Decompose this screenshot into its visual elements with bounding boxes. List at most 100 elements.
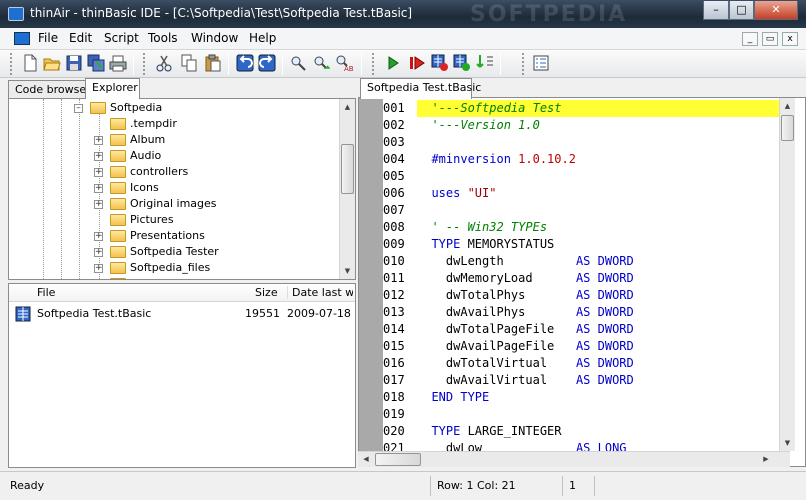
toolbar-grip[interactable]	[522, 53, 525, 75]
tree-node[interactable]: + controllers	[9, 164, 339, 180]
folder-tree[interactable]: – Softpedia .tempdir + Album + Audio + controlle…	[8, 98, 356, 280]
code-line[interactable]: dwTotalPageFile AS DWORD	[417, 321, 779, 338]
mdi-close-button[interactable]: x	[782, 32, 798, 46]
column-size[interactable]: Size	[255, 286, 278, 299]
options-icon[interactable]	[532, 54, 550, 72]
paste-icon[interactable]	[204, 54, 222, 72]
left-panel: Code browser Explorer – Softpedia .tempdir…	[8, 78, 358, 468]
code-line[interactable]: END TYPE	[417, 389, 779, 406]
scroll-down-arrow-icon[interactable]: ▼	[340, 263, 355, 279]
code-line[interactable]: ' -- Win32 TYPEs	[417, 219, 779, 236]
copy-icon[interactable]	[180, 54, 198, 72]
tree-node[interactable]: + Original images	[9, 196, 339, 212]
scroll-thumb[interactable]	[781, 115, 794, 141]
undo-icon[interactable]	[236, 54, 254, 72]
toolbar-grip[interactable]	[372, 53, 375, 75]
editor-horizontal-scrollbar[interactable]: ◀ ▶	[358, 451, 790, 467]
code-line[interactable]	[417, 168, 779, 185]
code-line[interactable]: TYPE MEMORYSTATUS	[417, 236, 779, 253]
print-icon[interactable]	[109, 54, 127, 72]
code-line[interactable]: uses "UI"	[417, 185, 779, 202]
expand-icon[interactable]: +	[94, 232, 103, 241]
scroll-thumb[interactable]	[375, 453, 421, 466]
code-line[interactable]: dwAvailVirtual AS DWORD	[417, 372, 779, 389]
tab-code-browser[interactable]: Code browser	[8, 80, 91, 99]
build-icon[interactable]	[431, 54, 449, 72]
menu-edit[interactable]: Edit	[69, 31, 92, 45]
tree-node[interactable]: +Softpedia_Test	[9, 276, 339, 279]
maximize-button[interactable]: □	[729, 1, 754, 20]
document-icon[interactable]	[14, 32, 30, 45]
menu-script[interactable]: Script	[104, 31, 139, 45]
code-line[interactable]: dwLength AS DWORD	[417, 253, 779, 270]
scroll-up-arrow-icon[interactable]: ▲	[780, 98, 795, 114]
code-line[interactable]	[417, 406, 779, 423]
tree-node[interactable]: + Softpedia Tester	[9, 244, 339, 260]
code-token: AS DWORD	[575, 373, 634, 387]
close-button[interactable]: ✕	[754, 1, 798, 20]
toolbar-grip[interactable]	[143, 53, 146, 75]
expand-icon[interactable]: +	[94, 264, 103, 273]
save-all-icon[interactable]	[87, 54, 105, 72]
build-exe-icon[interactable]	[453, 54, 471, 72]
redo-icon[interactable]	[258, 54, 276, 72]
toolbar-grip[interactable]	[10, 53, 13, 75]
cut-icon[interactable]	[155, 54, 173, 72]
tree-node[interactable]: + Album	[9, 132, 339, 148]
code-editor[interactable]: 001 '---Softpedia Test 002 '---Version 1.…	[358, 97, 806, 467]
tree-node[interactable]: Pictures	[9, 212, 339, 228]
debug-run-icon[interactable]	[408, 54, 426, 72]
expand-icon[interactable]: +	[94, 184, 103, 193]
scroll-thumb[interactable]	[341, 144, 354, 194]
editor-vertical-scrollbar[interactable]: ▲ ▼	[779, 98, 795, 451]
menu-tools[interactable]: Tools	[148, 31, 178, 45]
code-line[interactable]: dwAvailPhys AS DWORD	[417, 304, 779, 321]
tree-node[interactable]: .tempdir	[9, 116, 339, 132]
run-icon[interactable]	[384, 54, 402, 72]
collapse-icon[interactable]: –	[74, 104, 83, 113]
scroll-right-arrow-icon[interactable]: ▶	[758, 452, 774, 467]
column-file[interactable]: File	[37, 286, 55, 299]
expand-icon[interactable]: +	[94, 248, 103, 257]
tree-node[interactable]: + Icons	[9, 180, 339, 196]
expand-icon[interactable]: +	[94, 136, 103, 145]
expand-icon[interactable]: +	[94, 168, 103, 177]
code-line[interactable]: TYPE LARGE_INTEGER	[417, 423, 779, 440]
save-icon[interactable]	[65, 54, 83, 72]
tree-node[interactable]: – Softpedia	[9, 100, 339, 116]
code-line[interactable]	[417, 202, 779, 219]
tree-node[interactable]: + Presentations	[9, 228, 339, 244]
scroll-down-arrow-icon[interactable]: ▼	[780, 435, 795, 451]
find-icon[interactable]	[289, 54, 307, 72]
code-line[interactable]: dwTotalPhys AS DWORD	[417, 287, 779, 304]
code-line[interactable]: dwMemoryLoad AS DWORD	[417, 270, 779, 287]
code-line[interactable]: '---Version 1.0	[417, 117, 779, 134]
scroll-left-arrow-icon[interactable]: ◀	[358, 452, 374, 467]
code-line[interactable]: #minversion 1.0.10.2	[417, 151, 779, 168]
mdi-minimize-button[interactable]: _	[742, 32, 758, 46]
menu-file[interactable]: File	[38, 31, 58, 45]
new-file-icon[interactable]	[21, 54, 39, 72]
tab-explorer[interactable]: Explorer	[85, 78, 140, 99]
tree-node[interactable]: + Audio	[9, 148, 339, 164]
menu-window[interactable]: Window	[191, 31, 238, 45]
replace-icon[interactable]: AB	[335, 54, 353, 72]
find-next-icon[interactable]	[312, 54, 330, 72]
open-file-icon[interactable]	[43, 54, 61, 72]
code-line[interactable]	[417, 134, 779, 151]
column-date[interactable]: Date last write	[287, 286, 353, 299]
tree-scrollbar[interactable]: ▲ ▼	[339, 99, 355, 279]
minimize-button[interactable]: –	[703, 1, 729, 20]
menu-help[interactable]: Help	[249, 31, 276, 45]
expand-icon[interactable]: +	[94, 200, 103, 209]
current-code-line[interactable]: '---Softpedia Test	[417, 100, 779, 117]
file-list[interactable]: File Size Date last write Softpedia Test…	[8, 283, 356, 468]
step-icon[interactable]	[476, 54, 494, 72]
code-line[interactable]: dwTotalVirtual AS DWORD	[417, 355, 779, 372]
scroll-up-arrow-icon[interactable]: ▲	[340, 99, 355, 115]
expand-icon[interactable]: +	[94, 152, 103, 161]
mdi-restore-button[interactable]: ▭	[762, 32, 778, 46]
tab-softpedia-test[interactable]: Softpedia Test.tBasic	[360, 78, 481, 99]
code-line[interactable]: dwAvailPageFile AS DWORD	[417, 338, 779, 355]
tree-node[interactable]: + Softpedia_files	[9, 260, 339, 276]
